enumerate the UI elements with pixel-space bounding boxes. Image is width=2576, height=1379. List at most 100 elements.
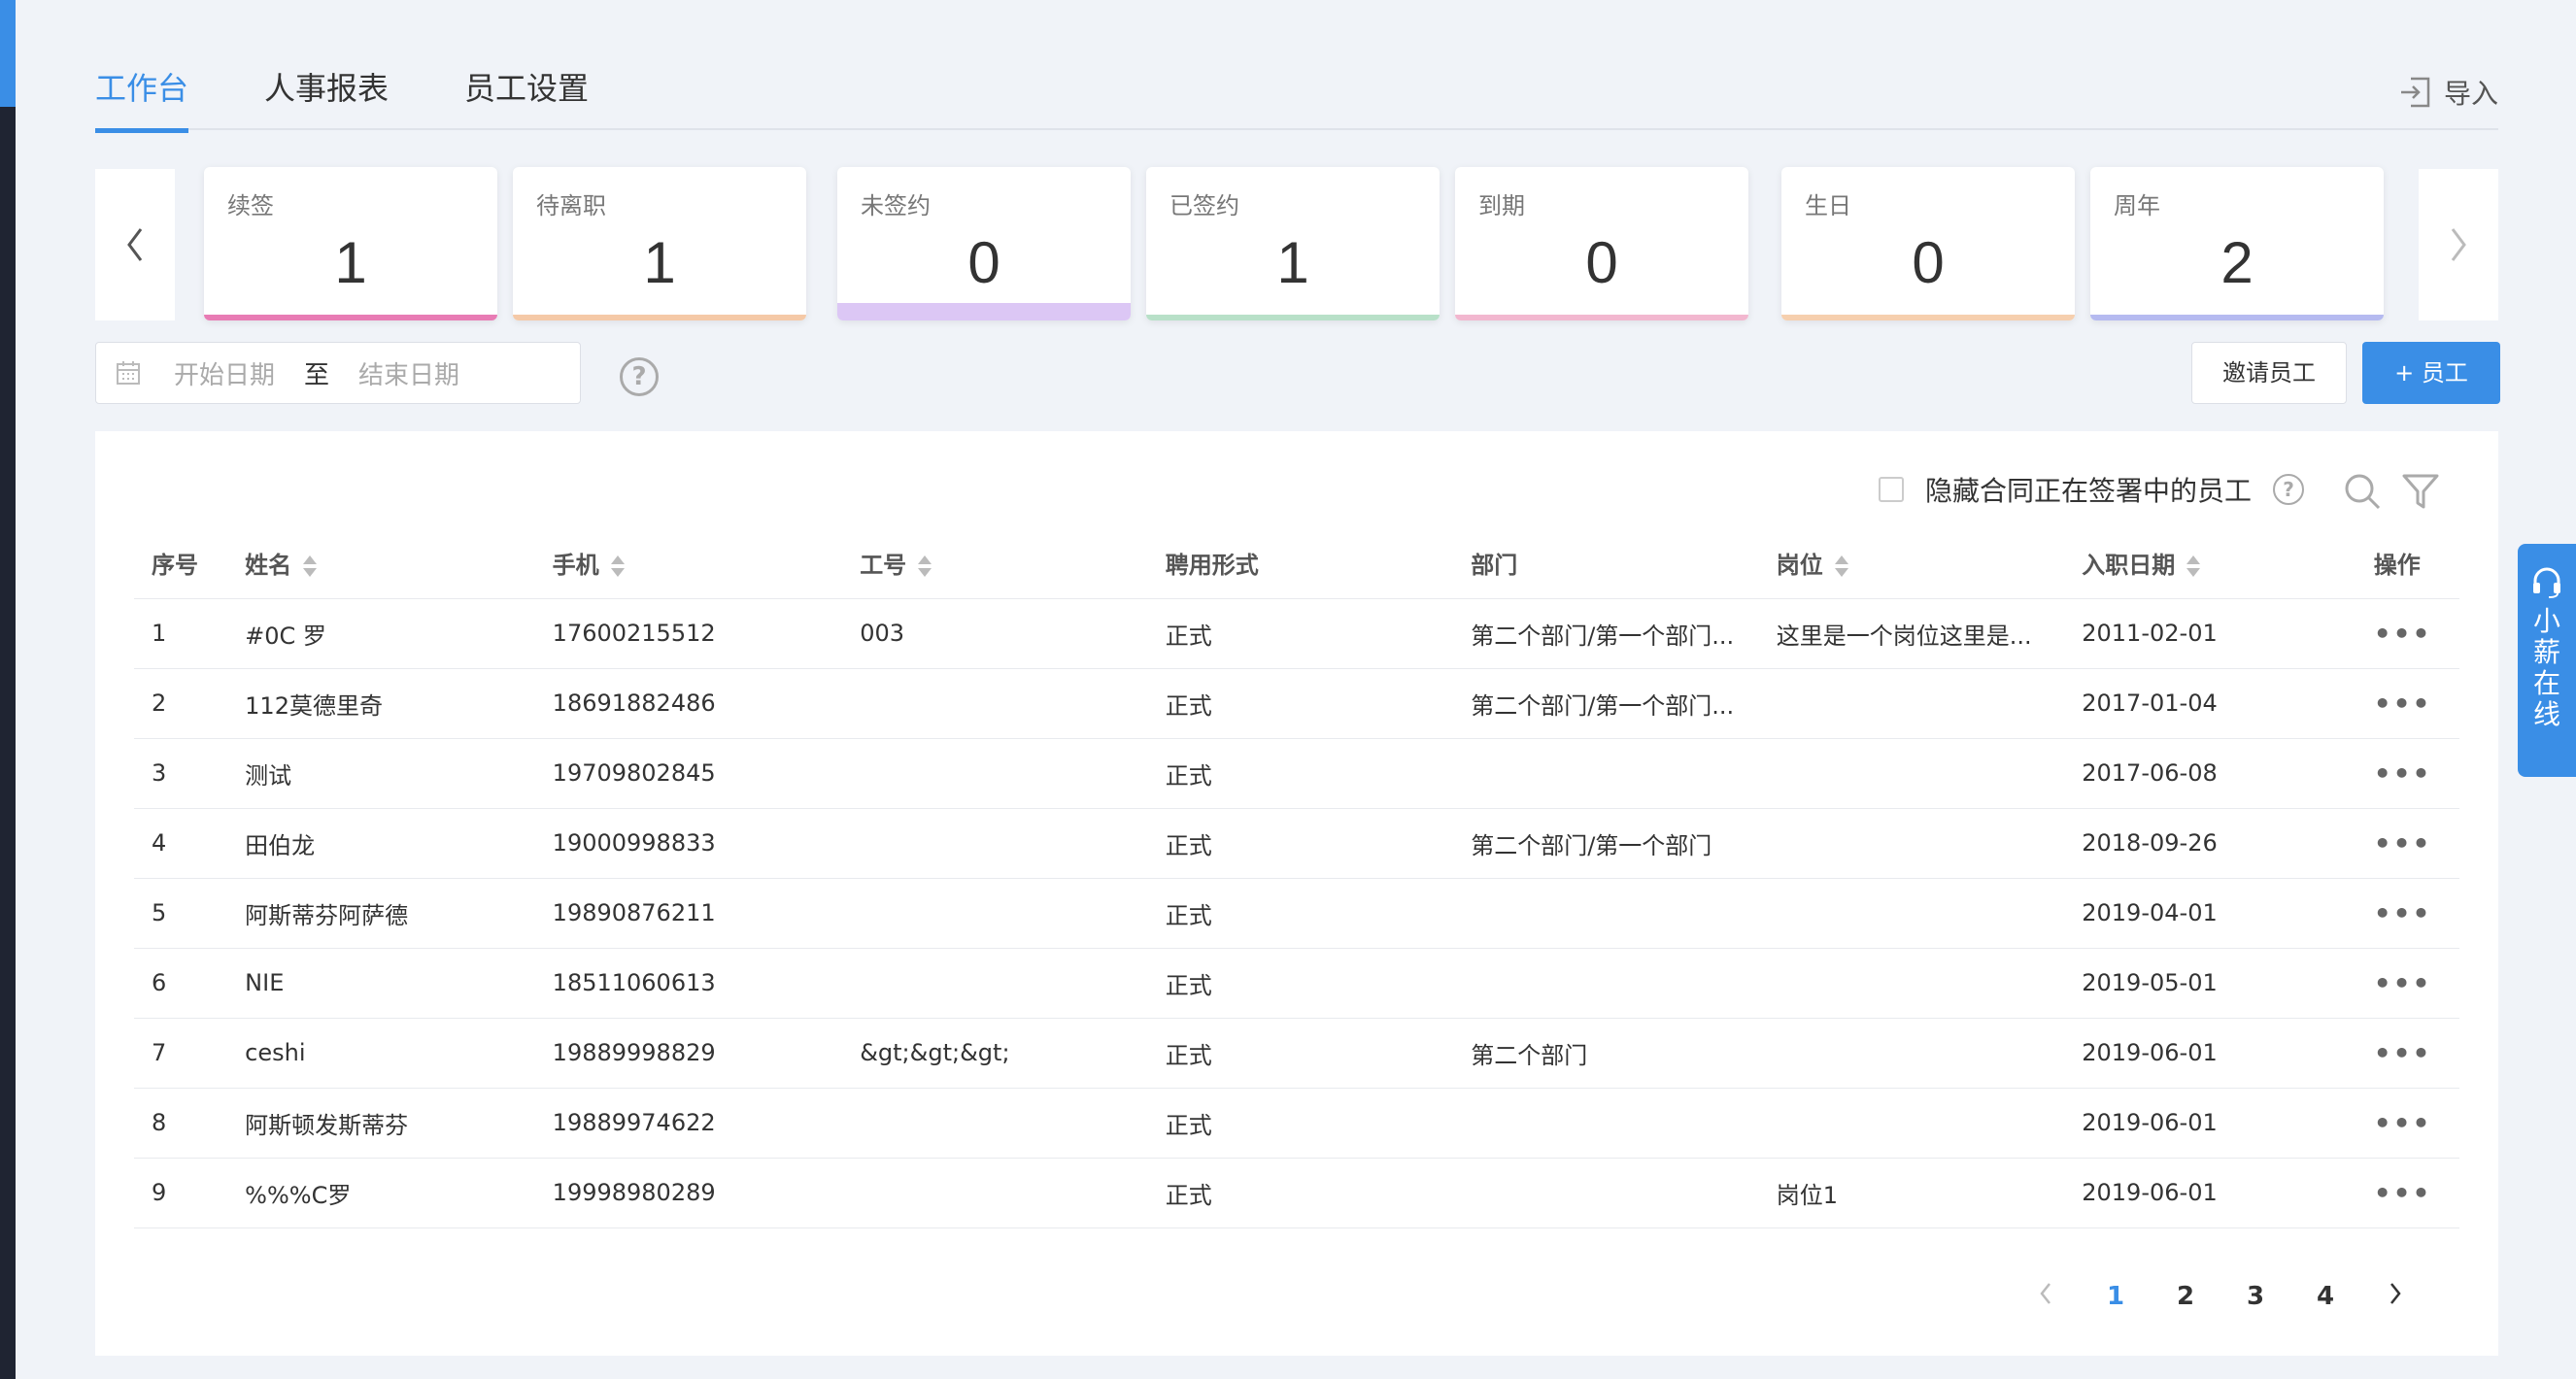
table-row[interactable]: 1 #0C 罗 17600215512 003 正式 第二个部门/第一个部门..…	[134, 598, 2459, 669]
sort-icon[interactable]	[609, 554, 627, 579]
table-row[interactable]: 7 ceshi 19889998829 &gt;&gt;&gt; 正式 第二个部…	[134, 1018, 2459, 1089]
stat-value: 0	[1912, 230, 1945, 295]
end-date-input[interactable]: 结束日期	[358, 355, 459, 391]
sort-icon[interactable]	[916, 554, 933, 579]
hide-signing-checkbox[interactable]	[1879, 477, 1904, 502]
cell-phone: 19998980289	[534, 1158, 843, 1228]
pagination-prev-button[interactable]	[2011, 1282, 2081, 1312]
page-4[interactable]: 4	[2290, 1282, 2360, 1311]
date-range-picker[interactable]: 开始日期 至 结束日期	[95, 342, 581, 404]
cell-department: 第二个部门	[1453, 1018, 1759, 1089]
stat-label: 生日	[1805, 192, 1851, 219]
cell-department	[1453, 1158, 1759, 1228]
cell-name[interactable]: NIE	[227, 948, 535, 1019]
stat-card-birthday[interactable]: 生日 0	[1781, 167, 2075, 320]
cell-phone: 18691882486	[534, 668, 843, 739]
stats-carousel: 续签 1 待离职 1 未签约 0 已签约 1 到期 0 生日 0 周年 2	[95, 161, 2498, 324]
more-actions-button[interactable]: •••	[2374, 618, 2432, 650]
cell-employee-id	[842, 1088, 1148, 1159]
page-1[interactable]: 1	[2081, 1282, 2151, 1311]
cell-name[interactable]: %%%C罗	[227, 1158, 535, 1228]
sort-icon[interactable]	[2185, 554, 2202, 579]
cell-name[interactable]: 阿斯顿发斯蒂芬	[227, 1088, 535, 1159]
cell-name[interactable]: 112莫德里奇	[227, 668, 535, 739]
stat-label: 未签约	[861, 192, 931, 219]
employee-table-panel: 隐藏合同正在签署中的员工 ? 序号 姓名 手机 工号 聘用形式 部门 岗位 入职…	[95, 431, 2498, 1356]
add-employee-button[interactable]: + 员工	[2362, 342, 2500, 404]
import-icon	[2400, 77, 2430, 108]
stat-label: 周年	[2114, 192, 2160, 219]
cell-position	[1758, 1088, 2065, 1159]
help-icon[interactable]: ?	[620, 357, 659, 396]
stat-card-unsigned[interactable]: 未签约 0	[837, 167, 1131, 320]
more-actions-button[interactable]: •••	[2374, 827, 2432, 859]
table-row[interactable]: 5 阿斯蒂芬阿萨德 19890876211 正式 2019-04-01 •••	[134, 878, 2459, 949]
filter-icon[interactable]	[2401, 472, 2440, 511]
column-header-name[interactable]: 姓名	[227, 528, 535, 599]
more-actions-button[interactable]: •••	[2374, 967, 2432, 999]
more-actions-button[interactable]: •••	[2374, 897, 2432, 929]
tab-employee-settings[interactable]: 员工设置	[464, 56, 589, 130]
cell-name[interactable]: #0C 罗	[227, 598, 535, 669]
stat-color-bar	[837, 303, 1131, 320]
column-label: 部门	[1471, 552, 1518, 580]
table-row[interactable]: 3 测试 19709802845 正式 2017-06-08 •••	[134, 738, 2459, 809]
carousel-next-button[interactable]	[2419, 169, 2498, 320]
invite-employee-button[interactable]: 邀请员工	[2191, 342, 2347, 404]
table-row[interactable]: 4 田伯龙 19000998833 正式 第二个部门/第一个部门 2018-09…	[134, 808, 2459, 879]
cell-phone: 18511060613	[534, 948, 843, 1019]
online-service-button[interactable]: 小薪在线	[2518, 544, 2576, 777]
cell-hire-date: 2019-06-01	[2064, 1018, 2356, 1089]
cell-employment-type: 正式	[1147, 1018, 1454, 1089]
table-row[interactable]: 9 %%%C罗 19998980289 正式 岗位1 2019-06-01 ••…	[134, 1158, 2459, 1228]
column-header-hire-date[interactable]: 入职日期	[2064, 528, 2356, 599]
page-3[interactable]: 3	[2220, 1282, 2290, 1311]
stat-card-anniversary[interactable]: 周年 2	[2090, 167, 2384, 320]
stat-card-renew[interactable]: 续签 1	[204, 167, 497, 320]
more-actions-button[interactable]: •••	[2374, 757, 2432, 790]
search-icon[interactable]	[2343, 472, 2382, 511]
cell-employee-id	[842, 878, 1148, 949]
column-header-employee-id[interactable]: 工号	[842, 528, 1148, 599]
tab-hr-reports[interactable]: 人事报表	[264, 56, 389, 130]
more-actions-button[interactable]: •••	[2374, 1037, 2432, 1069]
more-actions-button[interactable]: •••	[2374, 1107, 2432, 1139]
more-actions-button[interactable]: •••	[2374, 1177, 2432, 1209]
start-date-input[interactable]: 开始日期	[174, 355, 275, 391]
headset-icon	[2533, 567, 2560, 598]
column-label: 操作	[2373, 552, 2421, 580]
pagination-next-button[interactable]	[2360, 1282, 2430, 1312]
stat-card-signed[interactable]: 已签约 1	[1146, 167, 1440, 320]
cell-employment-type: 正式	[1147, 948, 1454, 1019]
column-header-position[interactable]: 岗位	[1758, 528, 2065, 599]
cell-department	[1453, 1088, 1759, 1159]
cell-name[interactable]: 田伯龙	[227, 808, 535, 879]
stat-card-expiring[interactable]: 到期 0	[1455, 167, 1748, 320]
more-actions-button[interactable]: •••	[2374, 688, 2432, 720]
table-row[interactable]: 8 阿斯顿发斯蒂芬 19889974622 正式 2019-06-01 •••	[134, 1088, 2459, 1159]
cell-department: 第二个部门/第一个部门	[1453, 808, 1759, 879]
cell-name[interactable]: ceshi	[227, 1018, 535, 1089]
chevron-left-icon	[2040, 1282, 2051, 1304]
cell-name[interactable]: 测试	[227, 738, 535, 809]
carousel-prev-button[interactable]	[95, 169, 175, 320]
table-row[interactable]: 6 NIE 18511060613 正式 2019-05-01 •••	[134, 948, 2459, 1019]
sort-icon[interactable]	[301, 554, 319, 579]
import-button[interactable]: 导入	[2399, 70, 2498, 115]
cell-name[interactable]: 阿斯蒂芬阿萨德	[227, 878, 535, 949]
column-header-phone[interactable]: 手机	[534, 528, 843, 599]
tab-workbench[interactable]: 工作台	[95, 56, 189, 133]
chevron-right-icon	[2451, 228, 2466, 261]
help-icon[interactable]: ?	[2273, 474, 2305, 505]
chevron-right-icon	[2390, 1282, 2401, 1304]
page-2[interactable]: 2	[2151, 1282, 2220, 1311]
stat-card-pending-leave[interactable]: 待离职 1	[513, 167, 806, 320]
cell-employee-id	[842, 948, 1148, 1019]
cell-position	[1758, 668, 2065, 739]
cell-employee-id: 003	[842, 598, 1148, 669]
cell-hire-date: 2017-01-04	[2064, 668, 2356, 739]
cell-employee-id	[842, 738, 1148, 809]
sort-icon[interactable]	[1833, 554, 1850, 579]
column-label: 聘用形式	[1165, 552, 1259, 580]
table-row[interactable]: 2 112莫德里奇 18691882486 正式 第二个部门/第一个部门... …	[134, 668, 2459, 739]
